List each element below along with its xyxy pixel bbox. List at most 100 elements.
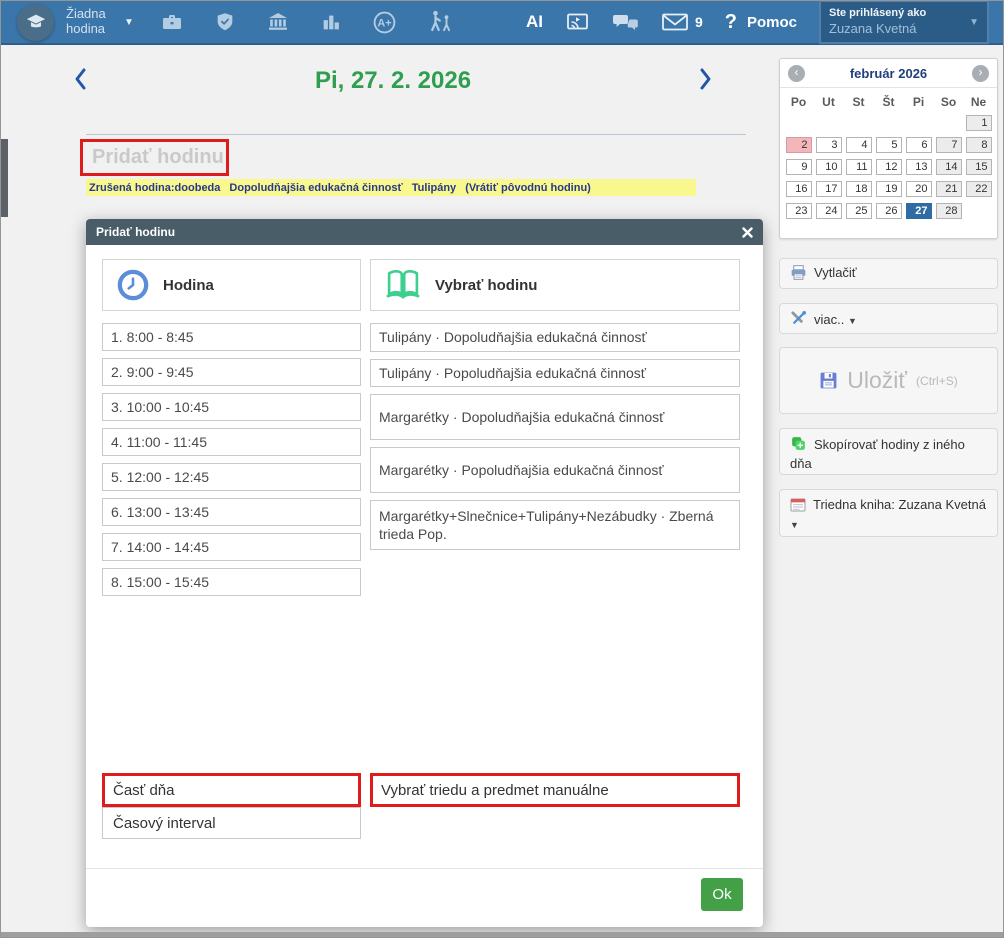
print-button[interactable]: Vytlačiť xyxy=(779,258,998,289)
calendar-day-9[interactable]: 9 xyxy=(786,159,812,175)
briefcase-icon[interactable] xyxy=(160,10,184,34)
part-of-day-button-highlighted[interactable]: Časť dňa xyxy=(102,773,361,807)
calendar-day-5[interactable]: 5 xyxy=(876,137,902,153)
calendar-day-21[interactable]: 21 xyxy=(936,181,962,197)
calendar-day-24[interactable]: 24 xyxy=(816,203,842,219)
calendar-week-row: 1 xyxy=(780,115,997,131)
time-interval-button[interactable]: Časový interval xyxy=(102,807,361,839)
open-book-icon xyxy=(384,268,422,302)
grades-aplus-icon[interactable]: A+ xyxy=(372,10,397,35)
calendar-day-4[interactable]: 4 xyxy=(846,137,872,153)
chevron-down-icon: ▼ xyxy=(790,520,799,530)
calendar-day-12[interactable]: 12 xyxy=(876,159,902,175)
close-icon[interactable] xyxy=(742,227,753,238)
chevron-down-icon: ▼ xyxy=(848,316,857,326)
calendar-day-10[interactable]: 10 xyxy=(816,159,842,175)
period-option-8[interactable]: 8. 15:00 - 15:45 xyxy=(102,568,361,596)
calendar-day-17[interactable]: 17 xyxy=(816,181,842,197)
printer-icon xyxy=(790,265,807,280)
bar-chart-icon[interactable] xyxy=(320,10,342,34)
calendar-day-8[interactable]: 8 xyxy=(966,137,992,153)
svg-text:A+: A+ xyxy=(377,17,391,29)
mail-count-badge: 9 xyxy=(695,14,703,30)
calendar-next-icon[interactable]: › xyxy=(972,65,989,82)
screencast-icon[interactable] xyxy=(565,10,590,34)
period-option-1[interactable]: 1. 8:00 - 8:45 xyxy=(102,323,361,351)
period-option-2[interactable]: 2. 9:00 - 9:45 xyxy=(102,358,361,386)
students-walking-icon[interactable] xyxy=(427,9,455,35)
class-book-button[interactable]: Triedna kniha: Zuzana Kvetná ▼ xyxy=(779,489,998,537)
calendar-day-20[interactable]: 20 xyxy=(906,181,932,197)
period-option-3[interactable]: 3. 10:00 - 10:45 xyxy=(102,393,361,421)
save-button[interactable]: Uložiť (Ctrl+S) xyxy=(779,347,998,414)
floppy-disk-icon xyxy=(819,371,838,390)
calendar-day-28[interactable]: 28 xyxy=(936,203,962,219)
add-lesson-placeholder: Pridať hodinu xyxy=(92,146,224,169)
ok-button[interactable]: Ok xyxy=(701,878,743,911)
lesson-option-5[interactable]: Margarétky+Slnečnice+Tulipány+Nezábudky … xyxy=(370,500,740,550)
clock-icon xyxy=(116,268,150,302)
date-navigation: Pi, 27. 2. 2026 xyxy=(9,59,771,103)
calendar-day-6[interactable]: 6 xyxy=(906,137,932,153)
chat-icon[interactable] xyxy=(612,10,639,34)
calendar-week-row: 16171819202122 xyxy=(780,181,997,197)
lesson-option-2[interactable]: Tulipány · Popoludňajšia edukačná činnos… xyxy=(370,359,740,388)
institution-icon[interactable] xyxy=(266,10,290,34)
calendar-day-11[interactable]: 11 xyxy=(846,159,872,175)
calendar-dayname: Po xyxy=(786,95,812,109)
graduation-cap-icon xyxy=(25,11,47,33)
side-panel-handle[interactable] xyxy=(1,139,8,217)
calendar-week-row: 9101112131415 xyxy=(780,159,997,175)
user-menu[interactable]: Ste prihlásený ako Zuzana Kvetná ▼ xyxy=(819,0,989,44)
next-day-button[interactable] xyxy=(699,67,713,96)
app-logo[interactable] xyxy=(17,4,54,41)
calendar-day-13[interactable]: 13 xyxy=(906,159,932,175)
add-lesson-field-highlighted[interactable]: Pridať hodinu xyxy=(80,139,229,176)
part-of-day-label: Časť dňa xyxy=(113,782,175,799)
lesson-option-3[interactable]: Margarétky · Dopoludňajšia edukačná činn… xyxy=(370,394,740,440)
calendar-day-23[interactable]: 23 xyxy=(786,203,812,219)
save-shortcut: (Ctrl+S) xyxy=(916,374,958,388)
divider xyxy=(86,134,746,135)
calendar-dayname: Ne xyxy=(966,95,992,109)
calendar-day-1[interactable]: 1 xyxy=(966,115,992,131)
calendar-day-22[interactable]: 22 xyxy=(966,181,992,197)
calendar-day-7[interactable]: 7 xyxy=(936,137,962,153)
calendar-day-19[interactable]: 19 xyxy=(876,181,902,197)
period-option-6[interactable]: 6. 13:00 - 13:45 xyxy=(102,498,361,526)
calendar-day-empty xyxy=(936,115,962,131)
shield-check-icon[interactable] xyxy=(214,10,236,34)
calendar-day-14[interactable]: 14 xyxy=(936,159,962,175)
calendar-day-27[interactable]: 27 xyxy=(906,203,932,219)
mini-calendar: ‹ február 2026 › PoUtStŠtPiSoNe 12345678… xyxy=(779,58,998,239)
calendar-dayname: Pi xyxy=(906,95,932,109)
manual-select-button-highlighted[interactable]: Vybrať triedu a predmet manuálne xyxy=(370,773,740,807)
calendar-day-26[interactable]: 26 xyxy=(876,203,902,219)
calendar-day-3[interactable]: 3 xyxy=(816,137,842,153)
calendar-day-2[interactable]: 2 xyxy=(786,137,812,153)
dialog-footer: Ok xyxy=(86,868,763,927)
calendar-prev-icon[interactable]: ‹ xyxy=(788,65,805,82)
period-option-4[interactable]: 4. 11:00 - 11:45 xyxy=(102,428,361,456)
more-button[interactable]: viac.. ▼ xyxy=(779,303,998,334)
ai-button[interactable]: AI xyxy=(526,12,543,32)
restore-lesson-link[interactable]: (Vrátiť pôvodnú hodinu) xyxy=(465,182,591,194)
mail-button[interactable]: 9 xyxy=(661,11,703,33)
copy-lessons-button[interactable]: Skopírovať hodiny z iného dňa xyxy=(779,428,998,475)
previous-day-button[interactable] xyxy=(73,67,87,96)
period-option-5[interactable]: 5. 12:00 - 12:45 xyxy=(102,463,361,491)
help-button[interactable]: ? Pomoc xyxy=(725,11,797,34)
period-option-7[interactable]: 7. 14:00 - 14:45 xyxy=(102,533,361,561)
calendar-day-25[interactable]: 25 xyxy=(846,203,872,219)
cancelled-subject: Dopoludňajšia edukačná činnosť xyxy=(229,182,402,194)
period-column-header: Hodina xyxy=(102,259,361,311)
lesson-option-4[interactable]: Margarétky · Popoludňajšia edukačná činn… xyxy=(370,447,740,493)
calendar-day-15[interactable]: 15 xyxy=(966,159,992,175)
current-lesson-selector[interactable]: Žiadna hodina ▼ xyxy=(66,7,134,37)
calendar-day-16[interactable]: 16 xyxy=(786,181,812,197)
period-column: Hodina 1. 8:00 - 8:45 2. 9:00 - 9:45 3. … xyxy=(102,259,361,603)
lesson-option-1[interactable]: Tulipány · Dopoludňajšia edukačná činnos… xyxy=(370,323,740,352)
calendar-day-18[interactable]: 18 xyxy=(846,181,872,197)
help-label: Pomoc xyxy=(747,14,797,31)
lesson-column-title: Vybrať hodinu xyxy=(435,277,537,294)
